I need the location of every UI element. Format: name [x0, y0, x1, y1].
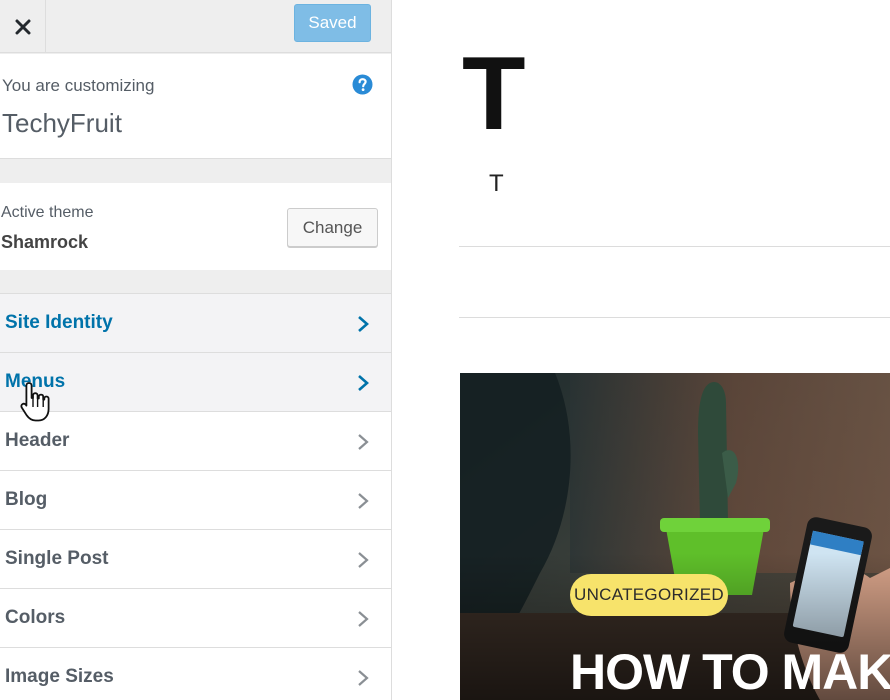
section-label: Image Sizes — [5, 666, 114, 687]
chevron-right-icon — [358, 611, 369, 627]
close-icon — [15, 19, 30, 34]
section-label: Header — [5, 430, 70, 451]
customizer-header: Saved — [0, 0, 391, 53]
section-label: Menus — [5, 371, 66, 392]
site-brand-title[interactable]: T — [462, 42, 526, 146]
section-site-identity[interactable]: Site Identity — [0, 293, 391, 352]
post-title[interactable]: HOW TO MAKE A — [570, 643, 890, 700]
chevron-right-icon — [358, 375, 369, 391]
chevron-right-icon — [358, 316, 369, 332]
customizer-sidebar: Saved You are customizing TechyFruit Act… — [0, 0, 392, 700]
section-header[interactable]: Header — [0, 411, 391, 470]
active-theme-panel: Active theme Shamrock Change — [0, 183, 391, 270]
chevron-right-icon — [358, 670, 369, 686]
section-label: Single Post — [5, 548, 109, 569]
header-divider — [459, 246, 890, 247]
section-label: Site Identity — [5, 312, 113, 333]
change-theme-button[interactable]: Change — [287, 208, 378, 247]
section-image-sizes[interactable]: Image Sizes — [0, 647, 391, 700]
section-blog[interactable]: Blog — [0, 470, 391, 529]
active-theme-label: Active theme — [1, 204, 94, 221]
menu-divider — [459, 317, 890, 318]
section-label: Colors — [5, 607, 66, 628]
site-title: TechyFruit — [2, 108, 122, 138]
active-theme-name: Shamrock — [1, 232, 89, 252]
help-icon[interactable] — [352, 74, 373, 95]
featured-post-hero[interactable]: UNCATEGORIZED HOW TO MAKE A — [460, 373, 890, 700]
section-label: Blog — [5, 489, 48, 510]
section-single-post[interactable]: Single Post — [0, 529, 391, 588]
customizing-label: You are customizing — [2, 76, 155, 95]
site-tagline: T — [489, 170, 504, 197]
section-colors[interactable]: Colors — [0, 588, 391, 647]
customizer-sections: Site Identity Menus Header Blog Single P… — [0, 293, 391, 700]
saved-button[interactable]: Saved — [294, 4, 371, 42]
chevron-right-icon — [358, 493, 369, 509]
customize-info: You are customizing TechyFruit — [0, 54, 391, 159]
chevron-right-icon — [358, 552, 369, 568]
chevron-right-icon — [358, 434, 369, 450]
section-menus[interactable]: Menus — [0, 352, 391, 411]
post-category-badge[interactable]: UNCATEGORIZED — [570, 574, 728, 616]
close-button[interactable] — [0, 0, 46, 53]
